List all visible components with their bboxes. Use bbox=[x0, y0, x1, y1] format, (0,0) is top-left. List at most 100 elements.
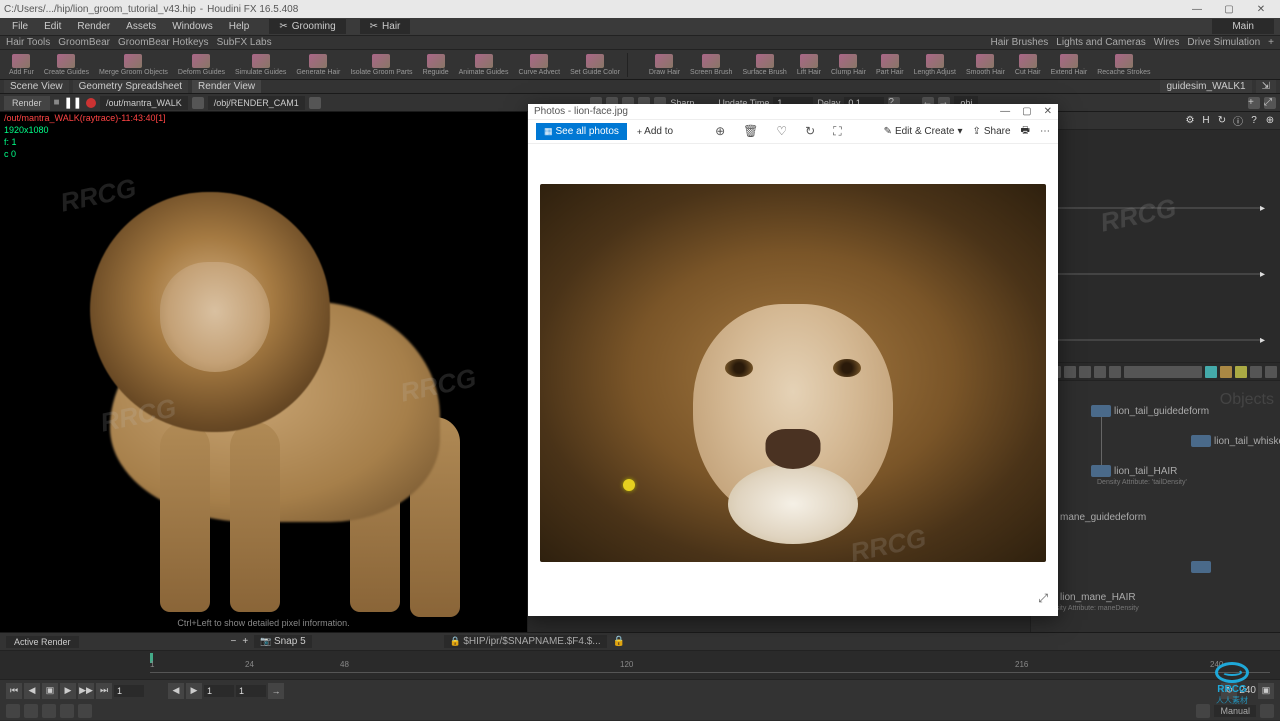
status-icon-5[interactable] bbox=[78, 704, 92, 718]
close-button[interactable]: ✕ bbox=[1246, 1, 1276, 17]
pause-icon[interactable]: ❚❚ bbox=[64, 96, 82, 109]
share-button[interactable]: ⇪ Share bbox=[972, 126, 1010, 137]
favorite-icon[interactable]: ♡ bbox=[776, 124, 787, 139]
tab-scene-view[interactable]: Scene View bbox=[4, 80, 69, 93]
tool-add-fur[interactable]: Add Fur bbox=[6, 53, 37, 77]
delete-icon[interactable]: 🗑 bbox=[743, 124, 758, 139]
render-viewport[interactable]: /out/mantra_WALK(raytrace)-11:43:40[1] 1… bbox=[0, 112, 528, 632]
render-output-path[interactable]: /out/mantra_WALK bbox=[100, 96, 188, 110]
photos-app-window[interactable]: Photos - lion-face.jpg — ▢ ✕ ▦ See all p… bbox=[528, 104, 1058, 616]
see-all-photos-button[interactable]: ▦ See all photos bbox=[536, 123, 627, 140]
net-icon-6[interactable] bbox=[1109, 366, 1121, 378]
tool-set-guide-color[interactable]: Set Guide Color bbox=[567, 53, 623, 77]
net-flag-display-icon[interactable] bbox=[1205, 366, 1217, 378]
zoom-icon[interactable]: ⊕ bbox=[715, 124, 725, 139]
cook-mode-dropdown[interactable]: Manual bbox=[1214, 705, 1256, 717]
net-icon-3[interactable] bbox=[1064, 366, 1076, 378]
auto-key-button[interactable]: ↻ bbox=[1221, 683, 1237, 699]
menu-file[interactable]: File bbox=[6, 19, 34, 34]
more-icon[interactable]: ⋯ bbox=[1040, 126, 1050, 137]
fullscreen-icon[interactable]: ⤢ bbox=[1038, 591, 1048, 606]
subtab-gb-hotkeys[interactable]: GroomBear Hotkeys bbox=[118, 37, 209, 48]
menu-edit[interactable]: Edit bbox=[38, 19, 67, 34]
prev-frame-button[interactable]: ◀ bbox=[24, 683, 40, 699]
play-button[interactable]: ▶ bbox=[60, 683, 76, 699]
subtab-wires[interactable]: Wires bbox=[1154, 37, 1180, 48]
add-shelf-tab-icon[interactable]: + bbox=[1268, 37, 1274, 48]
tool-part-hair[interactable]: Part Hair bbox=[873, 53, 907, 77]
cook-icon[interactable] bbox=[1196, 704, 1210, 718]
crop-icon[interactable]: ⛶ bbox=[833, 124, 841, 139]
first-frame-button[interactable]: ⏮ bbox=[6, 683, 22, 699]
subtab-lights[interactable]: Lights and Cameras bbox=[1056, 37, 1146, 48]
shelf-tab-grooming[interactable]: ✂ Grooming bbox=[269, 19, 345, 34]
tool-recache-strokes[interactable]: Recache Strokes bbox=[1094, 53, 1153, 77]
desktop-dropdown[interactable]: Main bbox=[1212, 19, 1274, 34]
tab-render-view[interactable]: Render View bbox=[192, 80, 261, 93]
net-flag-template-icon[interactable] bbox=[1235, 366, 1247, 378]
status-icon-4[interactable] bbox=[60, 704, 74, 718]
record-icon[interactable] bbox=[86, 98, 96, 108]
menu-render[interactable]: Render bbox=[71, 19, 116, 34]
tool-lift-hair[interactable]: Lift Hair bbox=[794, 53, 824, 77]
subtab-groombear[interactable]: GroomBear bbox=[58, 37, 110, 48]
render-button[interactable]: Render bbox=[4, 96, 50, 110]
tab-geo-spreadsheet[interactable]: Geometry Spreadsheet bbox=[73, 80, 188, 93]
node-tail-whisker[interactable]: lion_tail_whisker_m... bbox=[1191, 435, 1280, 447]
panel-icon-close-icon[interactable]: ⊕ bbox=[1264, 115, 1276, 127]
active-render-dropdown[interactable]: Active Render bbox=[6, 636, 79, 648]
tool-create-guides[interactable]: Create Guides bbox=[41, 53, 92, 77]
panel-icon-gear-icon[interactable]: ⚙ bbox=[1184, 115, 1196, 127]
net-icon-5[interactable] bbox=[1094, 366, 1106, 378]
cur-frame-input-2[interactable] bbox=[236, 685, 266, 697]
current-frame-input[interactable] bbox=[114, 685, 144, 697]
key-prev-button[interactable]: ◀ bbox=[168, 683, 184, 699]
tool-simulate-guides[interactable]: Simulate Guides bbox=[232, 53, 289, 77]
tool-deform-guides[interactable]: Deform Guides bbox=[175, 53, 228, 77]
pin-pane-icon[interactable]: + bbox=[1248, 97, 1260, 109]
photos-minimize-button[interactable]: — bbox=[1000, 106, 1010, 117]
tool-clump-hair[interactable]: Clump Hair bbox=[828, 53, 869, 77]
snap-path[interactable]: 🔒 $HIP/ipr/$SNAPNAME.$F4.$... bbox=[444, 635, 607, 648]
tool-surface-brush[interactable]: Surface Brush bbox=[739, 53, 789, 77]
zoom-in-icon[interactable]: + bbox=[242, 636, 248, 647]
pin-icon[interactable]: ⇲ bbox=[1256, 80, 1276, 93]
tool-merge-groom[interactable]: Merge Groom Objects bbox=[96, 53, 171, 77]
last-frame-button[interactable]: ⏭ bbox=[96, 683, 112, 699]
tool-smooth-hair[interactable]: Smooth Hair bbox=[963, 53, 1008, 77]
menu-help[interactable]: Help bbox=[223, 19, 256, 34]
network-editor[interactable]: Objects lion_tail_guidedeform lion_tail_… bbox=[1030, 362, 1280, 632]
tool-extend-hair[interactable]: Extend Hair bbox=[1048, 53, 1091, 77]
realtime-button[interactable]: ▣ bbox=[1258, 683, 1274, 699]
panel-icon-help-icon[interactable]: ? bbox=[1248, 115, 1260, 127]
subtab-drive-sim[interactable]: Drive Simulation bbox=[1187, 37, 1260, 48]
node-tail-hair[interactable]: lion_tail_HAIR bbox=[1091, 465, 1177, 477]
next-frame-button[interactable]: ▶▶ bbox=[78, 683, 94, 699]
panel-icon-info-icon[interactable]: ⓘ bbox=[1232, 115, 1244, 127]
render-camera-path[interactable]: /obj/RENDER_CAM1 bbox=[208, 96, 305, 110]
minimize-button[interactable]: — bbox=[1182, 1, 1212, 17]
status-icon-3[interactable] bbox=[42, 704, 56, 718]
net-icon-11[interactable] bbox=[1265, 366, 1277, 378]
zoom-out-icon[interactable]: − bbox=[231, 636, 237, 647]
range-handle-button[interactable]: → bbox=[268, 683, 284, 699]
snap-lock-icon[interactable]: 🔒 bbox=[613, 636, 625, 647]
menu-windows[interactable]: Windows bbox=[166, 19, 219, 34]
start-frame-input[interactable] bbox=[204, 685, 234, 697]
panel-icon-h-icon[interactable]: H bbox=[1200, 115, 1212, 127]
rotate-icon[interactable]: ↻ bbox=[805, 124, 815, 139]
node-tail-guidedeform[interactable]: lion_tail_guidedeform bbox=[1091, 405, 1209, 417]
tool-curve-advect[interactable]: Curve Advect bbox=[515, 53, 563, 77]
tool-length-adjust[interactable]: Length Adjust bbox=[911, 53, 959, 77]
expand-pane-icon[interactable]: ⤢ bbox=[1264, 97, 1276, 109]
status-icon-1[interactable] bbox=[6, 704, 20, 718]
maximize-button[interactable]: ▢ bbox=[1214, 1, 1244, 17]
snap-button[interactable]: 📷 Snap 5 bbox=[254, 635, 311, 648]
tool-draw-hair[interactable]: Draw Hair bbox=[646, 53, 683, 77]
tool-generate-hair[interactable]: Generate Hair bbox=[293, 53, 343, 77]
key-next-button[interactable]: ▶ bbox=[186, 683, 202, 699]
print-icon[interactable]: 🖶 bbox=[1021, 123, 1030, 140]
camera-dropdown-icon[interactable] bbox=[309, 97, 321, 109]
photos-close-button[interactable]: ✕ bbox=[1044, 106, 1052, 117]
status-icon-2[interactable] bbox=[24, 704, 38, 718]
